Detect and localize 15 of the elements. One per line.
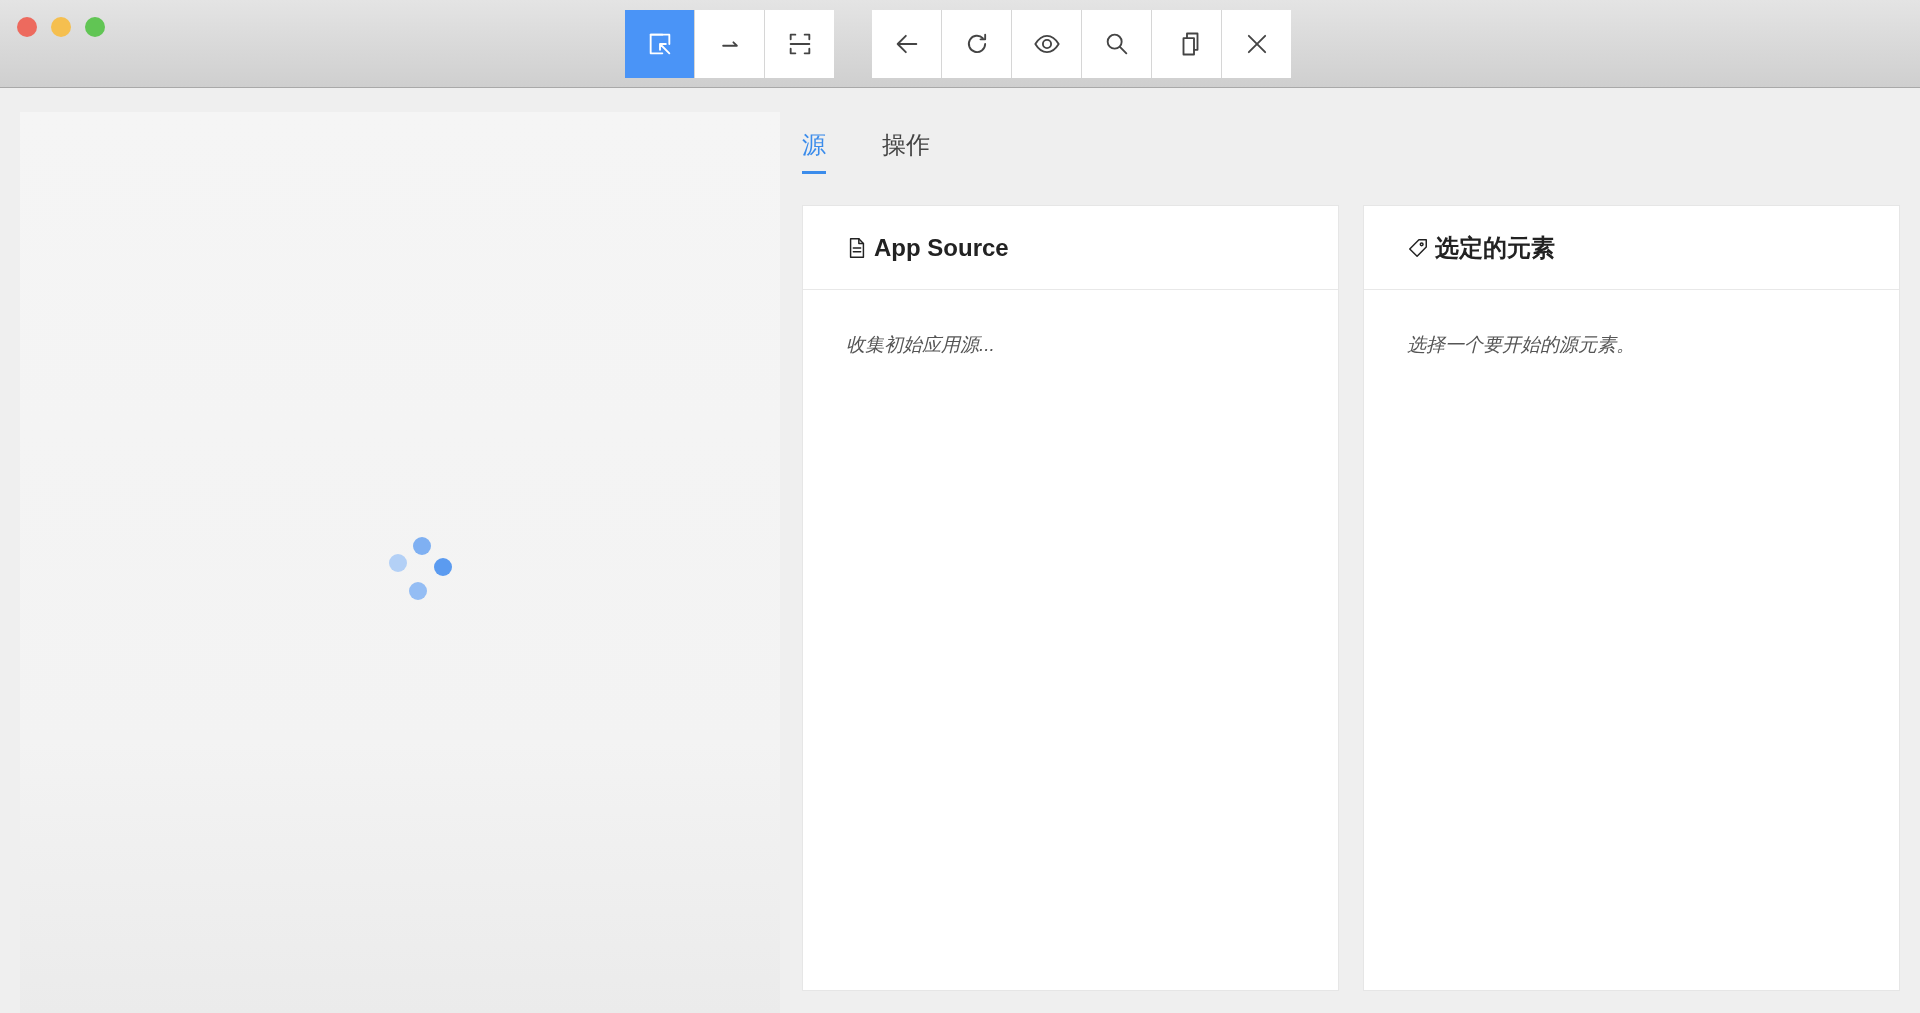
- status-message: 收集初始应用源...: [846, 334, 995, 355]
- close-button[interactable]: [1222, 9, 1291, 78]
- eye-button[interactable]: [1012, 9, 1081, 78]
- status-message: 选择一个要开始的源元素。: [1407, 334, 1635, 355]
- window-close-button[interactable]: [17, 17, 37, 37]
- cursor-select-button[interactable]: [625, 9, 694, 78]
- window-zoom-button[interactable]: [85, 17, 105, 37]
- refresh-button[interactable]: [942, 9, 1011, 78]
- tag-icon: [1407, 236, 1429, 259]
- loading-spinner-icon: [388, 535, 452, 600]
- tab[interactable]: 操作: [882, 129, 930, 174]
- panel-title: 选定的元素: [1435, 232, 1555, 263]
- panel-title: App Source: [874, 233, 1009, 262]
- copy-button[interactable]: [1152, 9, 1221, 78]
- tap-area-button[interactable]: [765, 9, 834, 78]
